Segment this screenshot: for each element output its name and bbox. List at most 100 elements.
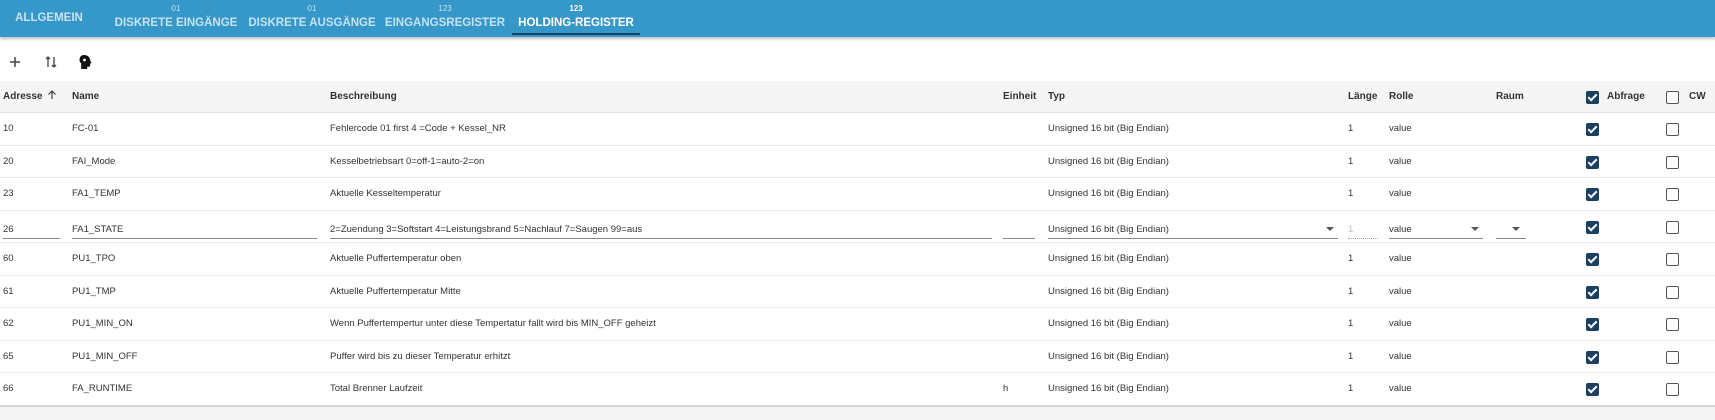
abfrage-checkbox[interactable] [1586, 318, 1599, 331]
abfrage-checkbox[interactable] [1586, 285, 1599, 299]
laenge-cell: 1 [1348, 318, 1354, 329]
name-cell: FAI_Mode [72, 155, 116, 167]
raum-cell [1496, 308, 1576, 340]
raum-cell [1496, 113, 1576, 145]
typ-select[interactable]: Unsigned 16 bit (Big Endian) [1048, 215, 1338, 239]
laenge-cell: 1 [1348, 155, 1354, 167]
header-beschreibung[interactable]: Beschreibung [330, 81, 397, 113]
tab-label: DISKRETE EINGÄNGE [114, 17, 238, 29]
typ-cell: Unsigned 16 bit (Big Endian) [1048, 285, 1169, 297]
rolle-cell: value [1389, 350, 1412, 362]
adresse-cell: 60 [3, 253, 14, 264]
adresse-cell: 62 [3, 318, 14, 329]
header-laenge[interactable]: Länge [1348, 81, 1377, 113]
rolle-cell: value [1389, 318, 1412, 329]
tab-allgemein[interactable]: ALLGEMEIN [6, 0, 92, 37]
table-row[interactable]: 66 FA_RUNTIME Total Brenner Laufzeit h Unsig… [0, 373, 1715, 406]
header-name[interactable]: Name [72, 81, 99, 113]
tab-diskrete-ausgaenge[interactable]: 01 DISKRETE AUSGÄNGE [246, 0, 378, 37]
tab-sup: 01 [307, 4, 317, 13]
laenge-field[interactable]: 1 [1348, 215, 1378, 239]
rolle-select[interactable]: value [1389, 215, 1483, 239]
typ-cell: Unsigned 16 bit (Big Endian) [1048, 155, 1169, 167]
einheit-cell [1003, 276, 1043, 308]
einheit-cell [1003, 243, 1043, 275]
cw-checkbox[interactable] [1666, 188, 1679, 201]
header-rolle[interactable]: Rolle [1389, 81, 1413, 113]
header-raum[interactable]: Raum [1496, 81, 1524, 113]
table-row[interactable]: 60 PU1_TPO Aktuelle Puffertemperatur oben U… [0, 243, 1715, 276]
sort-button[interactable] [38, 48, 64, 76]
chevron-down-icon [1326, 226, 1334, 231]
cw-checkbox[interactable] [1666, 285, 1679, 299]
rolle-cell: value [1389, 123, 1412, 134]
table-row[interactable]: 61 PU1_TMP Aktuelle Puffertemperatur Mitte… [0, 276, 1715, 308]
abfrage-checkbox[interactable] [1586, 220, 1599, 234]
einheit-cell [1003, 308, 1043, 340]
cw-checkbox[interactable] [1666, 220, 1679, 234]
table-row[interactable]: 10 FC-01 Fehlercode 01 first 4 =Code + Kes… [0, 113, 1715, 146]
table-row[interactable]: 65 PU1_MIN_OFF Puffer wird bis zu dieser T… [0, 341, 1715, 373]
table-row[interactable]: 26 FA1_STATE 2=Zuendung 3=Softstart 4=Leis… [0, 211, 1715, 243]
einheit-cell: h [1003, 383, 1009, 394]
head-button[interactable] [72, 48, 98, 76]
laenge-cell: 1 [1348, 188, 1354, 199]
name-cell: FA1_TEMP [72, 188, 121, 199]
beschreibung-field[interactable]: 2=Zuendung 3=Softstart 4=Leistungsbrand … [330, 215, 992, 239]
beschreibung-cell: Fehlercode 01 first 4 =Code + Kessel_NR [330, 123, 506, 134]
rolle-cell: value [1389, 285, 1412, 297]
raum-cell [1496, 373, 1576, 405]
add-button[interactable] [2, 48, 28, 76]
tab-diskrete-eingaenge[interactable]: 01 DISKRETE EINGÄNGE [110, 0, 242, 37]
raum-cell [1496, 243, 1576, 275]
einheit-cell [1003, 146, 1043, 178]
laenge-cell: 1 [1348, 383, 1354, 394]
typ-cell: Unsigned 16 bit (Big Endian) [1048, 188, 1169, 199]
name-field[interactable]: FA1_STATE [72, 215, 317, 239]
swap-vertical-icon [45, 56, 57, 68]
cw-checkbox[interactable] [1666, 350, 1679, 364]
abfrage-checkbox[interactable] [1586, 188, 1599, 201]
adresse-cell: 20 [3, 155, 14, 167]
abfrage-checkbox[interactable] [1586, 350, 1599, 364]
name-cell: PU1_TPO [72, 253, 116, 264]
cw-checkbox[interactable] [1666, 318, 1679, 331]
einheit-field[interactable] [1003, 215, 1035, 239]
einheit-cell [1003, 341, 1043, 373]
beschreibung-cell: Kesselbetriebsart 0=off-1=auto-2=on [330, 155, 485, 167]
typ-cell: Unsigned 16 bit (Big Endian) [1048, 253, 1169, 264]
abfrage-checkbox[interactable] [1586, 253, 1599, 266]
cw-checkbox[interactable] [1666, 123, 1679, 136]
header-abfrage-checkbox[interactable] [1586, 91, 1599, 104]
raum-select[interactable] [1496, 215, 1526, 239]
cw-checkbox[interactable] [1666, 253, 1679, 266]
table-row[interactable]: 20 FAI_Mode Kesselbetriebsart 0=off-1=auto… [0, 146, 1715, 178]
plus-icon [10, 57, 20, 67]
table-header: Adresse Name Beschreibung Einheit Typ Lä… [0, 81, 1715, 113]
header-einheit[interactable]: Einheit [1003, 81, 1036, 113]
tab-holding-register[interactable]: 123 HOLDING-REGISTER [512, 0, 640, 37]
abfrage-checkbox[interactable] [1586, 123, 1599, 136]
cw-checkbox[interactable] [1666, 155, 1679, 169]
head-profile-icon [79, 55, 92, 69]
tab-eingangsregister[interactable]: 123 EINGANGSREGISTER [382, 0, 508, 37]
table-row[interactable]: 23 FA1_TEMP Aktuelle Kesseltemperatur Unsig… [0, 178, 1715, 211]
laenge-cell: 1 [1348, 123, 1354, 134]
header-adresse[interactable]: Adresse [3, 81, 57, 113]
header-cw-checkbox[interactable] [1666, 91, 1679, 104]
header-typ[interactable]: Typ [1048, 81, 1065, 113]
laenge-cell: 1 [1348, 253, 1354, 264]
raum-cell [1496, 146, 1576, 178]
abfrage-checkbox[interactable] [1586, 155, 1599, 169]
cw-checkbox[interactable] [1666, 383, 1679, 396]
beschreibung-cell: Puffer wird bis zu dieser Temperatur erh… [330, 350, 511, 362]
name-cell: FC-01 [72, 123, 99, 134]
typ-cell: Unsigned 16 bit (Big Endian) [1048, 383, 1169, 394]
header-cw: CW [1689, 91, 1706, 102]
abfrage-checkbox[interactable] [1586, 383, 1599, 396]
tab-sup: 123 [438, 4, 452, 13]
name-cell: PU1_MIN_ON [72, 318, 133, 329]
table-row[interactable]: 62 PU1_MIN_ON Wenn Puffertempertur unter d… [0, 308, 1715, 341]
adresse-field[interactable]: 26 [3, 215, 60, 239]
adresse-cell: 10 [3, 123, 14, 134]
